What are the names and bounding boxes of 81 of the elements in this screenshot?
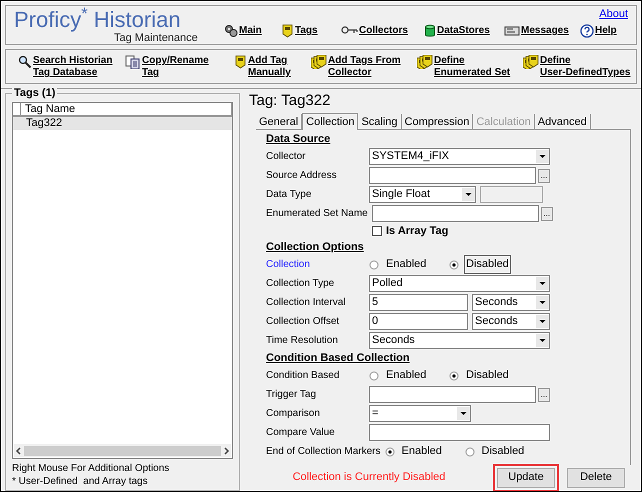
toolbar-link[interactable]: Add Tag Manually [235,55,311,79]
field-label: Source Address [266,169,338,183]
toolbar-link[interactable]: Define User-DefinedTypes [523,55,641,79]
app-subtitle: Tag Maintenance [113,32,196,44]
input-field[interactable] [369,424,550,441]
checkbox[interactable] [372,226,382,236]
search-icon [18,55,32,69]
horizontal-scrollbar[interactable] [14,444,231,457]
input-field[interactable]: 0 [369,313,468,330]
field-label: Collection Offset [266,315,340,329]
field-label: Compare Value [266,426,336,440]
field-link[interactable]: Collection [266,257,369,272]
legend-text: * User-Defined and Array tags [12,475,149,488]
nav-link[interactable]: Collectors [340,23,424,38]
documents-icon [125,55,141,69]
cylinder-icon [424,24,436,38]
envelope-icon [504,24,520,38]
action-button[interactable]: Delete [567,468,625,488]
column-header[interactable]: Tag Name [21,103,232,115]
toolbar-link[interactable]: Copy/Rename Tag [125,55,235,79]
checkbox-label: Is Array Tag [386,224,448,239]
toolbar-link[interactable]: Define Enumerated Set [417,55,523,79]
about-link[interactable]: About [599,6,628,20]
dropdown[interactable]: Seconds [472,313,550,330]
tag-icon [282,24,294,38]
radio-option[interactable]: Enabled [384,442,464,461]
tab[interactable]: Compression [402,114,474,129]
nav-link[interactable]: DataStores [424,23,504,38]
section-heading: Condition Based Collection [266,351,411,366]
browse-button[interactable]: ... [538,168,550,182]
disabled-field [480,186,543,203]
tag-title: Tag: Tag322 [249,92,332,110]
action-button[interactable]: Update [497,468,555,488]
radio-option[interactable]: Disabled [464,442,544,461]
help-icon [580,24,594,38]
field-label: Data Type [266,188,312,202]
field-label: Condition Based [266,369,340,383]
input-field[interactable] [369,167,536,184]
dropdown[interactable]: = [369,405,471,422]
tag-icon [235,55,247,69]
hint-text: Right Mouse For Additional Options [12,462,170,475]
nav-link[interactable]: Main [224,23,282,38]
tab[interactable]: Collection [302,113,358,130]
field-label: Collection Type [266,277,336,291]
toolbar-link[interactable]: Add Tags From Collector [311,55,417,79]
tags-icon [311,55,327,69]
app-title: Proficy$^{*}$ Historian [14,8,182,32]
input-field[interactable]: 5 [369,294,468,311]
tab[interactable]: Advanced [534,114,591,129]
dropdown[interactable]: Seconds [369,332,550,349]
field-label: Time Resolution [266,334,339,348]
radio-option[interactable]: Enabled [369,255,449,274]
nav-link[interactable]: Help [580,23,630,38]
input-field[interactable] [372,205,539,222]
dropdown[interactable]: SYSTEM4_iFIX [369,148,550,165]
dropdown[interactable]: Polled [369,275,550,292]
group-title: Tags (1) [12,87,58,99]
field-label: Collector [266,150,306,164]
section-heading: Data Source [266,132,332,147]
field-label: Comparison [266,407,321,421]
nav-link[interactable]: Tags [282,23,340,38]
dropdown[interactable]: Single Float [369,186,476,203]
field-label: Trigger Tag [266,388,318,402]
list-row[interactable]: Tag322 [13,117,232,130]
dropdown[interactable]: Seconds [472,294,550,311]
section-heading: Collection Options [266,240,365,255]
input-field[interactable] [369,386,536,403]
radio-option[interactable]: Disabled [449,366,529,385]
toolbar-link[interactable]: Search Historian Tag Database [18,55,125,79]
browse-button[interactable]: ... [540,206,553,220]
tags-icon [417,55,433,69]
tab[interactable]: Scaling [358,114,402,129]
radio-option[interactable]: Enabled [369,366,449,385]
nav-link[interactable]: Messages [504,23,580,38]
field-label: Collection Interval [266,296,346,310]
field-label: Enumerated Set Name [266,207,369,221]
tags-icon [523,55,539,69]
status-message: Collection is Currently Disabled [292,470,446,486]
browse-button[interactable]: ... [538,388,550,402]
field-label: End of Collection Markers [266,445,382,459]
gears-icon [224,24,238,38]
